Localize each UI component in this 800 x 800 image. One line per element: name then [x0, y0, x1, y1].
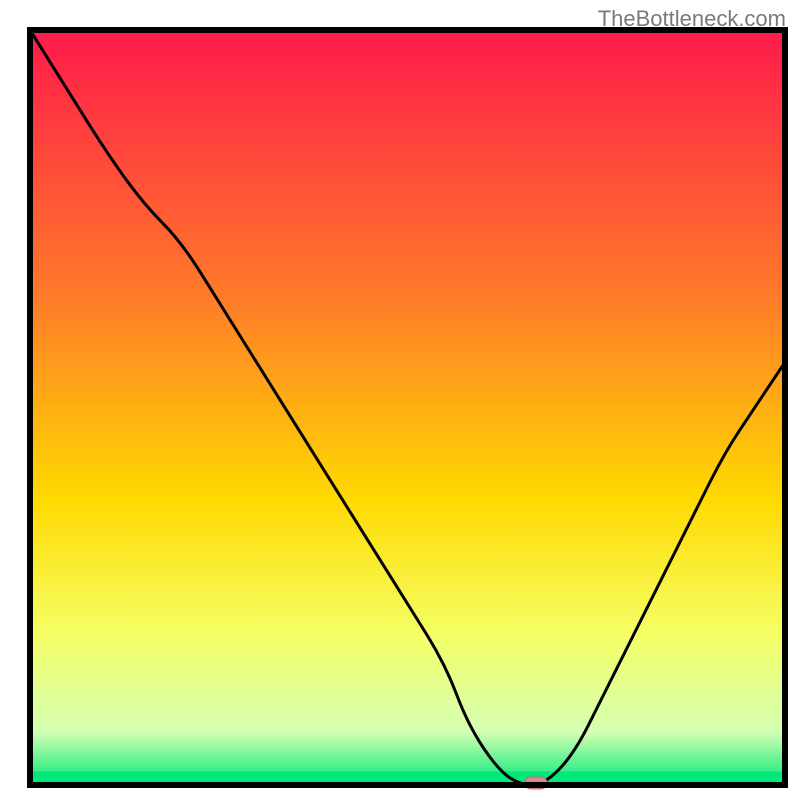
chart-container: TheBottleneck.com: [0, 0, 800, 800]
watermark-text: TheBottleneck.com: [598, 6, 786, 32]
bottleneck-chart: [0, 0, 800, 800]
plot-background: [30, 30, 785, 785]
